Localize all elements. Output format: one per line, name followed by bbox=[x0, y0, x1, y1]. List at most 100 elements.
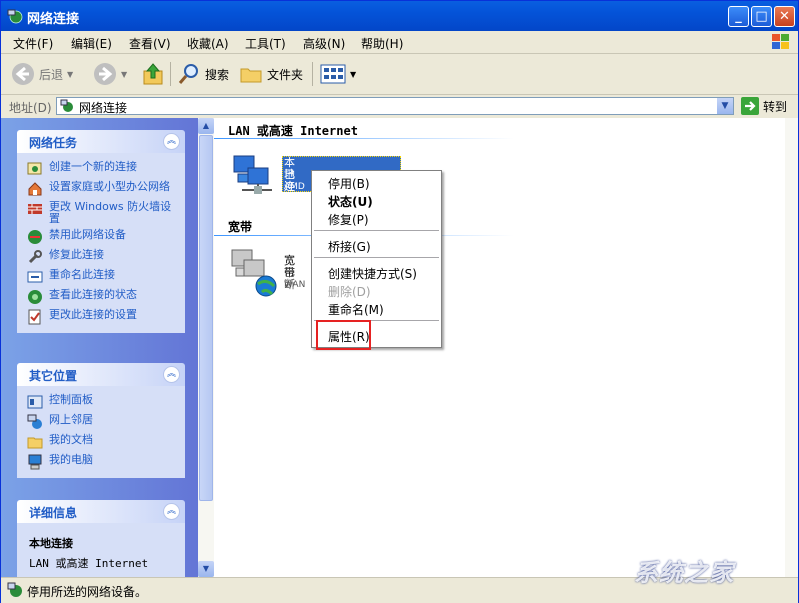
task-rename-connection[interactable]: 重命名此连接 bbox=[17, 267, 185, 287]
menu-file[interactable]: 文件(F) bbox=[13, 35, 53, 52]
group-divider bbox=[214, 138, 514, 139]
address-value: 网络连接 bbox=[79, 101, 128, 115]
details-box: 详细信息 ︽ 本地连接 LAN 或高速 Internet bbox=[17, 500, 185, 577]
back-label: 后退 bbox=[39, 67, 64, 82]
place-my-computer[interactable]: 我的电脑 bbox=[17, 452, 185, 472]
control-panel-icon bbox=[27, 395, 43, 409]
network-status-icon bbox=[7, 582, 22, 597]
task-pane-scrollbar[interactable]: ▲ ▼ bbox=[198, 118, 214, 577]
content-area: LAN 或高速 Internet 本地连接 已连 AMD 宽带 宽带 已断 WA… bbox=[214, 118, 785, 577]
menu-item-repair[interactable]: 修复(P) bbox=[328, 211, 369, 228]
menu-view[interactable]: 查看(V) bbox=[129, 35, 171, 52]
back-dropdown-icon[interactable]: ▼ bbox=[67, 70, 73, 79]
group-header-lan: LAN 或高速 Internet bbox=[228, 124, 358, 138]
views-dropdown-icon[interactable]: ▼ bbox=[350, 70, 356, 79]
other-places-box: 其它位置 ︽ 控制面板 网上邻居 我的文档 我的电脑 bbox=[17, 363, 185, 478]
lan-connection-icon bbox=[233, 155, 272, 194]
go-button[interactable]: 转到 bbox=[741, 97, 787, 115]
address-label: 地址(D) bbox=[9, 101, 52, 115]
watermark: 系统之家 bbox=[634, 559, 734, 587]
menu-tools[interactable]: 工具(T) bbox=[245, 35, 286, 52]
go-arrow-icon bbox=[741, 97, 759, 115]
folder-icon bbox=[240, 68, 262, 83]
close-button[interactable]: ✕ bbox=[774, 6, 795, 27]
home-network-icon bbox=[28, 182, 42, 196]
details-title: 详细信息 bbox=[29, 506, 78, 520]
search-icon bbox=[178, 64, 198, 84]
task-pane: 网络任务 ︽ 创建一个新的连接 设置家庭或小型办公网络 更改 Windows 防… bbox=[1, 118, 198, 577]
windows-logo-icon bbox=[772, 34, 789, 49]
place-my-documents[interactable]: 我的文档 bbox=[17, 432, 185, 452]
up-button[interactable] bbox=[141, 62, 165, 86]
place-control-panel[interactable]: 控制面板 bbox=[17, 392, 185, 412]
task-setup-home-network[interactable]: 设置家庭或小型办公网络 bbox=[17, 179, 185, 199]
maximize-button[interactable]: □ bbox=[751, 6, 772, 27]
wrench-icon bbox=[28, 250, 42, 264]
menu-item-delete: 删除(D) bbox=[328, 285, 371, 299]
network-tasks-header[interactable]: 网络任务 ︽ bbox=[17, 130, 185, 153]
collapse-chevron-icon[interactable]: ︽ bbox=[163, 366, 180, 383]
network-connections-icon bbox=[7, 9, 23, 24]
context-menu: 停用(B) 状态(U) 修复(P) 桥接(G) 创建快捷方式(S) 删除(D) … bbox=[311, 170, 442, 350]
menu-advanced[interactable]: 高级(N) bbox=[303, 35, 345, 52]
forward-button[interactable]: ▼ bbox=[93, 62, 127, 86]
settings-icon bbox=[28, 309, 41, 325]
group-header-broadband: 宽带 bbox=[228, 220, 253, 234]
details-header[interactable]: 详细信息 ︽ bbox=[17, 500, 185, 523]
title-bar[interactable]: 网络连接 _ □ ✕ bbox=[1, 1, 798, 31]
network-tasks-title: 网络任务 bbox=[29, 136, 78, 150]
menu-separator bbox=[314, 257, 439, 258]
explorer-window: 网络连接 _ □ ✕ 文件(F) 编辑(E) 查看(V) 收藏(A) 工具(T)… bbox=[0, 0, 799, 603]
new-connection-icon bbox=[27, 162, 42, 175]
scroll-thumb[interactable] bbox=[199, 135, 213, 501]
firewall-icon bbox=[28, 204, 42, 214]
menu-item-status[interactable]: 状态(U) bbox=[328, 193, 373, 210]
disable-network-icon bbox=[28, 230, 42, 244]
scroll-down-icon[interactable]: ▼ bbox=[198, 561, 214, 577]
menu-favorites[interactable]: 收藏(A) bbox=[187, 35, 229, 52]
folders-button[interactable]: 文件夹 bbox=[239, 62, 303, 86]
task-view-status[interactable]: 查看此连接的状态 bbox=[17, 287, 185, 307]
task-change-settings[interactable]: 更改此连接的设置 bbox=[17, 307, 185, 327]
task-repair-connection[interactable]: 修复此连接 bbox=[17, 247, 185, 267]
menu-item-rename[interactable]: 重命名(M) bbox=[328, 301, 384, 318]
rename-icon bbox=[27, 271, 43, 283]
place-network-neighborhood[interactable]: 网上邻居 bbox=[17, 412, 185, 432]
menu-edit[interactable]: 编辑(E) bbox=[71, 35, 112, 52]
network-tasks-box: 网络任务 ︽ 创建一个新的连接 设置家庭或小型办公网络 更改 Windows 防… bbox=[17, 130, 185, 333]
address-dropdown-icon[interactable]: ▼ bbox=[717, 98, 733, 114]
other-places-title: 其它位置 bbox=[29, 369, 78, 383]
menu-item-bridge[interactable]: 桥接(G) bbox=[328, 238, 371, 255]
task-create-connection[interactable]: 创建一个新的连接 bbox=[17, 159, 185, 179]
address-input[interactable]: 网络连接 ▼ bbox=[56, 97, 734, 115]
collapse-chevron-icon[interactable]: ︽ bbox=[163, 503, 180, 520]
menu-item-disable[interactable]: 停用(B) bbox=[328, 175, 370, 192]
status-text: 停用所选的网络设备。 bbox=[27, 585, 148, 599]
task-disable-device[interactable]: 禁用此网络设备 bbox=[17, 227, 185, 247]
back-button[interactable]: 后退 ▼ bbox=[11, 62, 73, 86]
scroll-up-icon[interactable]: ▲ bbox=[198, 118, 214, 134]
toolbar: 后退 ▼ ▼ 搜索 文件夹 ▼ bbox=[1, 54, 798, 95]
search-button[interactable]: 搜索 bbox=[177, 62, 229, 86]
other-places-header[interactable]: 其它位置 ︽ bbox=[17, 363, 185, 386]
forward-dropdown-icon[interactable]: ▼ bbox=[121, 70, 127, 79]
lan-device: AMD bbox=[284, 182, 305, 192]
collapse-chevron-icon[interactable]: ︽ bbox=[163, 133, 180, 150]
menu-help[interactable]: 帮助(H) bbox=[361, 35, 403, 52]
task-firewall-settings[interactable]: 更改 Windows 防火墙设置 bbox=[17, 199, 185, 227]
minimize-button[interactable]: _ bbox=[728, 6, 749, 27]
highlight-box bbox=[316, 320, 371, 350]
views-icon bbox=[320, 64, 346, 84]
menu-bar: 文件(F) 编辑(E) 查看(V) 收藏(A) 工具(T) 高级(N) 帮助(H… bbox=[1, 31, 798, 54]
up-folder-icon bbox=[143, 63, 163, 85]
content-scrollbar[interactable] bbox=[785, 118, 798, 577]
network-neighborhood-icon bbox=[27, 414, 42, 429]
my-computer-icon bbox=[28, 454, 42, 470]
menu-item-create-shortcut[interactable]: 创建快捷方式(S) bbox=[328, 265, 417, 282]
views-button[interactable]: ▼ bbox=[320, 62, 356, 86]
folders-label: 文件夹 bbox=[267, 67, 304, 82]
network-connections-icon bbox=[60, 99, 73, 112]
address-bar: 地址(D) 网络连接 ▼ 转到 bbox=[1, 95, 798, 119]
details-type: LAN 或高速 Internet bbox=[29, 557, 149, 570]
toolbar-separator bbox=[170, 62, 171, 86]
